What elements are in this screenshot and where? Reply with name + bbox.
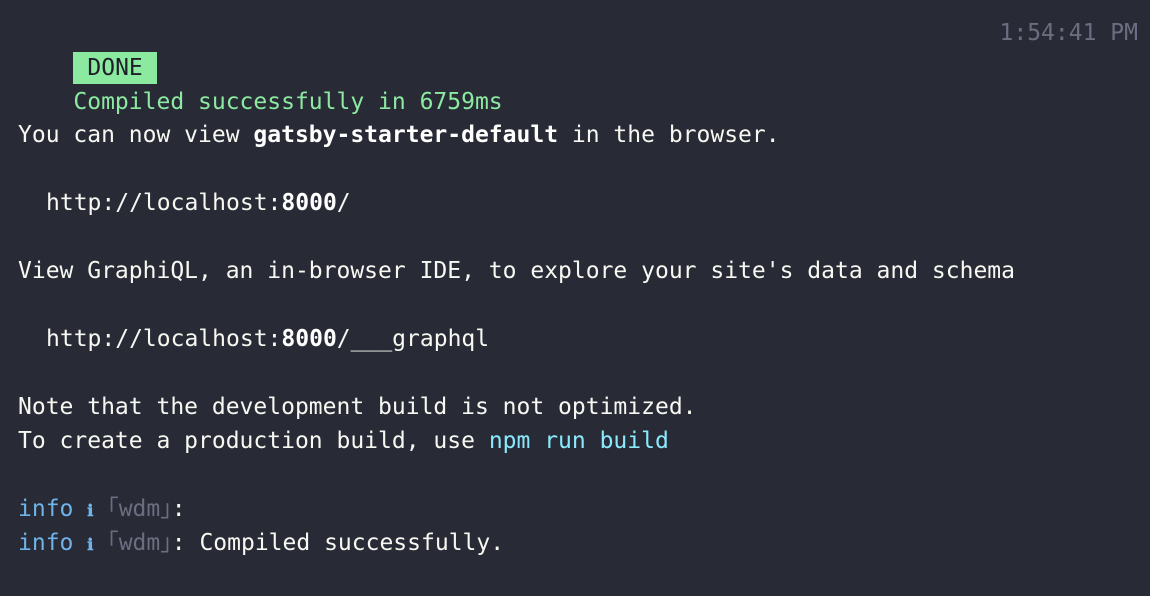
- log-separator: :: [171, 530, 186, 556]
- info-icon: ℹ: [87, 501, 94, 520]
- build-command[interactable]: npm run build: [489, 428, 669, 454]
- local-url[interactable]: http://localhost:8000/: [46, 186, 351, 220]
- log-source: ｢wdm｣: [107, 496, 172, 522]
- info-icon: ℹ: [87, 535, 94, 554]
- project-name: gatsby-starter-default: [253, 122, 559, 148]
- graphiql-message: View GraphiQL, an in-browser IDE, to exp…: [18, 258, 1015, 284]
- production-hint-prefix: To create a production build, use: [18, 428, 489, 454]
- graphql-url-port: 8000: [281, 326, 337, 352]
- log-source: ｢wdm｣: [107, 530, 172, 556]
- production-build-hint: To create a production build, use npm ru…: [18, 424, 669, 458]
- log-level: info: [18, 530, 74, 556]
- graphql-url[interactable]: http://localhost:8000/___graphql: [46, 322, 489, 356]
- log-separator: :: [171, 496, 186, 522]
- local-url-port: 8000: [281, 190, 337, 216]
- dev-build-note: Note that the development build is not o…: [18, 394, 697, 420]
- local-url-path: /: [336, 190, 351, 216]
- view-message: You can now view gatsby-starter-default …: [18, 118, 780, 152]
- local-url-host: http://localhost:: [46, 190, 282, 216]
- log-message: Compiled successfully.: [185, 530, 505, 556]
- graphql-url-host: http://localhost:: [46, 326, 282, 352]
- view-suffix: in the browser.: [558, 122, 780, 148]
- compile-status-message: Compiled successfully in 6759ms: [73, 89, 503, 115]
- log-line: info ℹ ｢wdm｣:: [18, 492, 186, 526]
- terminal-window[interactable]: DONE Compiled successfully in 6759ms 1:5…: [0, 0, 1150, 596]
- graphql-url-path: /___graphql: [336, 326, 490, 352]
- done-badge: DONE: [73, 52, 157, 84]
- log-level: info: [18, 496, 74, 522]
- view-prefix: You can now view: [18, 122, 254, 148]
- status-line: DONE Compiled successfully in 6759ms: [18, 17, 503, 115]
- log-line: info ℹ ｢wdm｣: Compiled successfully.: [18, 526, 504, 560]
- timestamp: 1:54:41 PM: [999, 20, 1138, 46]
